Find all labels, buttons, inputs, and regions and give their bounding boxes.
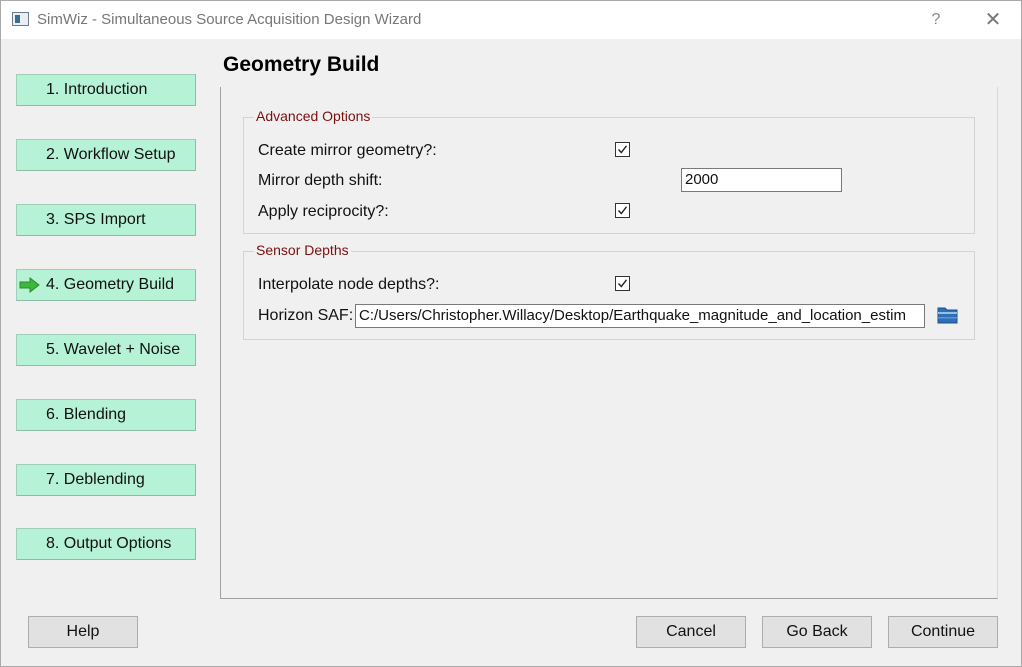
reciprocity-label: Apply reciprocity?: [258,203,389,220]
nav-item-label: 3. SPS Import [46,211,146,228]
go-back-button[interactable]: Go Back [762,616,872,648]
mirror-geometry-label: Create mirror geometry?: [258,142,437,159]
nav-item-label: 1. Introduction [46,81,148,98]
interpolate-node-depths-label: Interpolate node depths?: [258,276,440,293]
nav-item-label: 6. Blending [46,406,127,423]
nav-item-deblending[interactable]: 7. Deblending [16,464,196,496]
app-icon [12,12,29,26]
nav-item-label: 7. Deblending [46,471,145,488]
continue-button[interactable]: Continue [888,616,998,648]
advanced-options-group: Advanced Options Create mirror geometry?… [243,108,975,234]
title-bar: SimWiz - Simultaneous Source Acquisition… [1,1,1021,39]
horizon-saf-input[interactable]: C:/Users/Christopher.Willacy/Desktop/Ear… [355,304,925,328]
nav-item-geometry-build[interactable]: 4. Geometry Build [16,269,196,301]
mirror-geometry-checkbox[interactable] [615,142,630,157]
nav-item-label: 2. Workflow Setup [46,146,176,163]
close-icon[interactable]: ✕ [979,7,1007,33]
mirror-depth-shift-input[interactable]: 2000 [681,168,842,192]
green-arrow-icon [19,277,40,293]
nav-item-introduction[interactable]: 1. Introduction [16,74,196,106]
interpolate-node-depths-checkbox[interactable] [615,276,630,291]
nav-item-label: 5. Wavelet + Noise [46,341,181,358]
page-title: Geometry Build [223,53,380,76]
nav-item-output-options[interactable]: 8. Output Options [16,528,196,560]
nav-item-label: 8. Output Options [46,535,172,552]
group-title: Sensor Depths [254,242,351,258]
help-question-icon[interactable]: ? [926,9,946,31]
content-panel: Advanced Options Create mirror geometry?… [220,87,998,599]
sensor-depths-group: Sensor Depths Interpolate node depths?: … [243,242,975,340]
nav-item-wavelet-noise[interactable]: 5. Wavelet + Noise [16,334,196,366]
wizard-window: SimWiz - Simultaneous Source Acquisition… [0,0,1022,667]
reciprocity-checkbox[interactable] [615,203,630,218]
nav-item-blending[interactable]: 6. Blending [16,399,196,431]
cancel-button[interactable]: Cancel [636,616,746,648]
nav-item-sps-import[interactable]: 3. SPS Import [16,204,196,236]
folder-icon[interactable] [937,305,959,325]
checkmark-icon [617,279,628,288]
nav-item-workflow-setup[interactable]: 2. Workflow Setup [16,139,196,171]
nav-item-label: 4. Geometry Build [46,276,175,293]
checkmark-icon [617,206,628,215]
checkmark-icon [617,145,628,154]
window-title: SimWiz - Simultaneous Source Acquisition… [37,11,422,28]
horizon-saf-label: Horizon SAF: [258,307,354,324]
mirror-depth-shift-label: Mirror depth shift: [258,172,383,189]
group-title: Advanced Options [254,108,373,124]
help-button[interactable]: Help [28,616,138,648]
